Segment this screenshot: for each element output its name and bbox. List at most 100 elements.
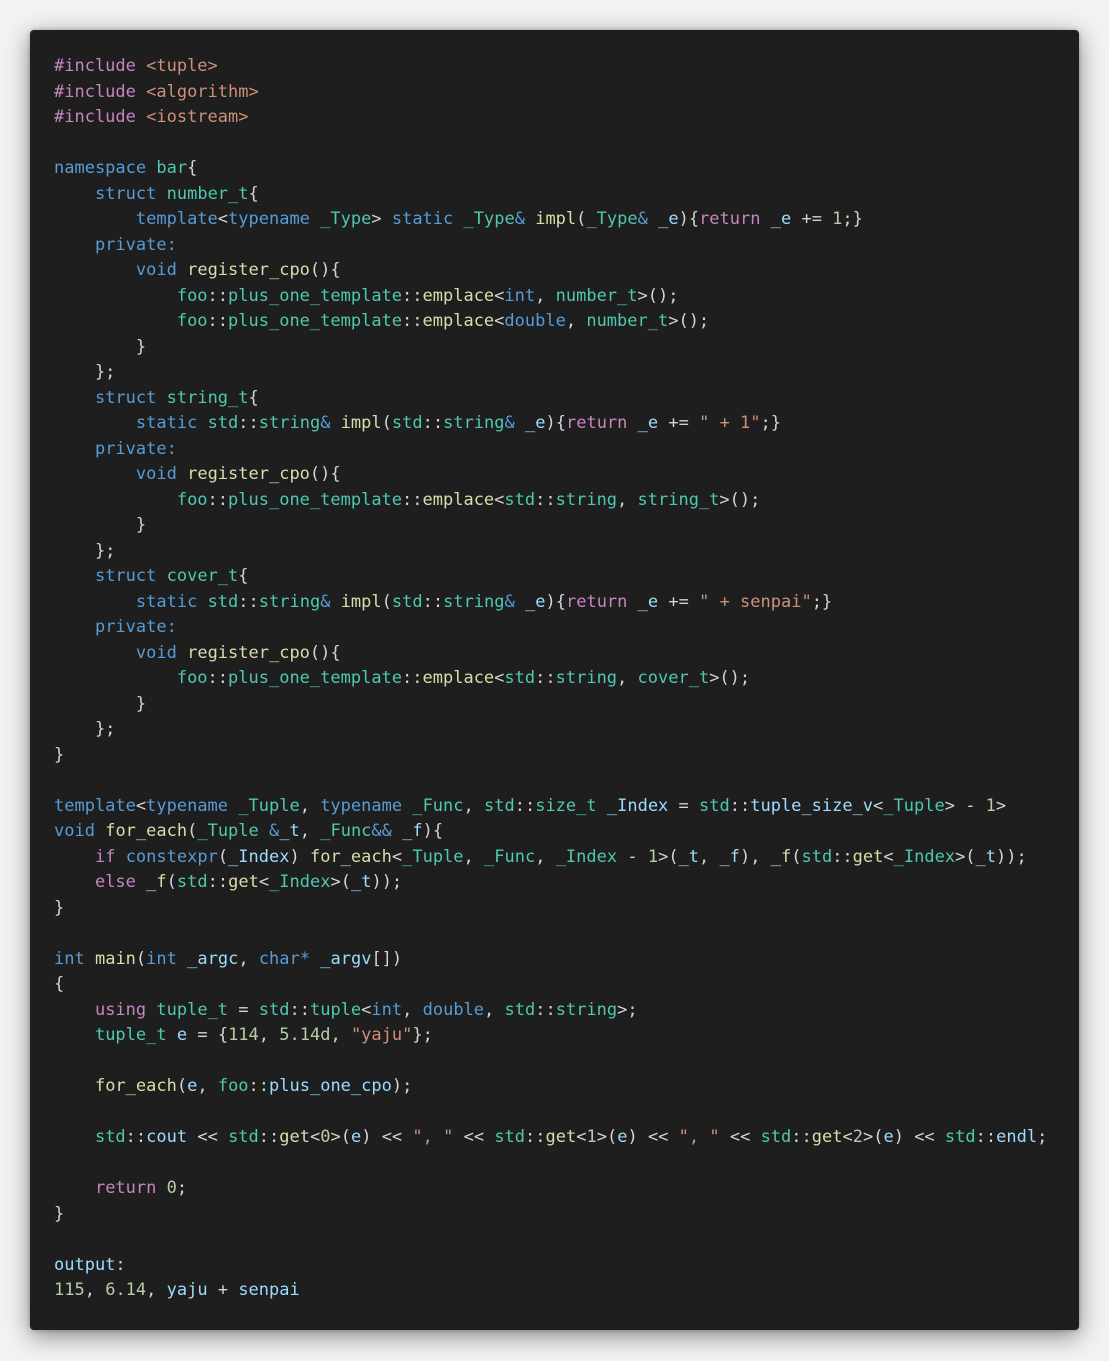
code-token: main (94, 948, 136, 969)
code-line: } (54, 692, 1079, 718)
code-token: , (238, 948, 259, 969)
code-token: } (54, 336, 147, 357)
code-token: e (176, 1025, 188, 1045)
code-token: ){ (545, 591, 566, 612)
code-token: < (309, 1127, 321, 1147)
code-token: std (207, 413, 239, 433)
code-token: :: (207, 311, 229, 331)
code-token: emplace (422, 668, 495, 688)
code-token: , (146, 1280, 167, 1300)
code-token: < (873, 795, 884, 816)
code-token: get (228, 872, 259, 892)
code-token: std (207, 591, 239, 612)
code-token: " + senpai" (699, 591, 812, 612)
code-token: impl (535, 209, 577, 229)
code-token: >(); (637, 285, 679, 306)
code-token: :: (525, 1127, 546, 1147)
code-token: struct (94, 566, 157, 586)
code-line: } (54, 513, 1079, 539)
code-token: constexpr (125, 846, 218, 867)
code-token: _f (402, 821, 423, 841)
code-token: << (719, 1127, 761, 1147)
code-line: foo::plus_one_template::emplace<std::str… (54, 666, 1079, 692)
code-token: string_t (166, 387, 249, 408)
code-token: _Type (586, 209, 638, 229)
code-token: tuple (309, 999, 362, 1020)
code-token: get (852, 846, 884, 867)
code-line: } (54, 335, 1079, 361)
code-token: & (504, 413, 515, 433)
code-token: _Type (320, 209, 372, 229)
code-token: { (248, 387, 259, 408)
code-line: static std::string& impl(std::string& _e… (54, 590, 1079, 616)
code-token: < (494, 285, 505, 306)
code-token: (){ (309, 260, 341, 280)
code-token: , (299, 795, 321, 816)
code-token: , (535, 846, 556, 867)
code-line: } (54, 1202, 1079, 1228)
code-token: void (135, 260, 177, 280)
code-token: & (637, 209, 648, 229)
code-token: string (555, 999, 618, 1020)
code-token: bar (156, 158, 188, 178)
code-token: std (699, 795, 730, 816)
code-token: += (658, 413, 700, 433)
code-token: std (494, 1127, 526, 1147)
code-token: double (422, 999, 485, 1020)
code-token: _f (146, 872, 167, 892)
code-token: :: (207, 489, 229, 510)
code-token: 6.14 (105, 1280, 147, 1300)
code-token: std (484, 795, 515, 816)
code-token: return (699, 209, 761, 229)
code-line: foo::plus_one_template::emplace<double, … (54, 309, 1079, 335)
code-token: :: (238, 413, 259, 433)
code-token: size_t (535, 795, 597, 816)
code-token: ( (166, 872, 177, 892)
code-token: >( (330, 1127, 351, 1147)
code-token: > - (944, 795, 986, 816)
code-token: & (320, 413, 331, 433)
code-line: tuple_t e = {114, 5.14d, "yaju"}; (54, 1023, 1079, 1049)
code-token: < (391, 846, 403, 867)
code-token: _Index (228, 846, 290, 867)
code-token: ){ (422, 821, 444, 841)
code-token: string (555, 668, 618, 688)
code-token: :: (402, 311, 423, 331)
code-token: { (54, 974, 65, 994)
code-token: _e (658, 209, 679, 229)
code-token: } (54, 897, 65, 918)
code-token: get (545, 1127, 577, 1147)
code-token: _Func (320, 821, 372, 841)
code-line: } (54, 743, 1079, 769)
code-token: std (94, 1127, 126, 1147)
code-token: , (299, 821, 321, 841)
code-token: , (402, 999, 423, 1020)
code-token: std (760, 1127, 792, 1147)
code-token: _e (637, 591, 659, 612)
code-token: 2 (852, 1127, 863, 1147)
code-token: #include (54, 107, 147, 127)
code-token: return (565, 591, 628, 612)
code-token: _f (719, 846, 741, 867)
code-token: 1 (647, 846, 659, 867)
code-token: private: (94, 234, 177, 255)
code-token: )); (996, 846, 1027, 867)
code-token: void (135, 464, 177, 484)
code-token: _f (770, 846, 792, 867)
code-token: _e (770, 209, 792, 229)
code-token: std (504, 489, 536, 510)
code-line: output: (54, 1253, 1079, 1279)
